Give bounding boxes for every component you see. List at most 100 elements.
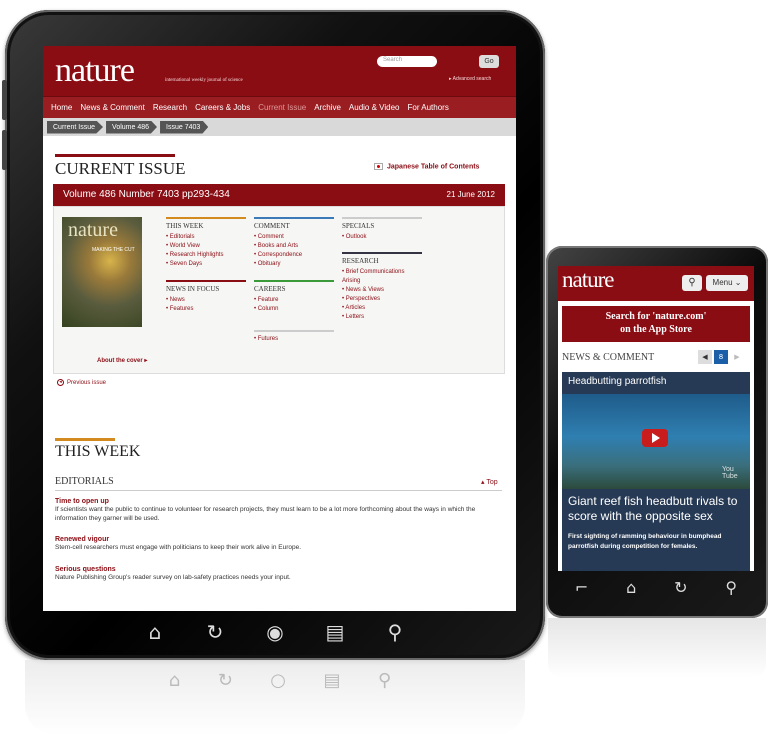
issue-contents: nature MAKING THE CUT About the cover ▸ … [53,206,505,374]
japanese-toc-label: Japanese Table of Contents [387,163,480,171]
video-thumbnail[interactable]: You Tube [562,394,750,489]
video-label: You Tube [722,466,738,480]
nav-careers-jobs[interactable]: Careers & Jobs [195,103,250,112]
nature-logo[interactable]: nature [562,267,614,293]
search-icon[interactable]: ⚲ [377,620,413,644]
previous-issue-label: Previous issue [67,380,107,387]
link-features[interactable]: • Features [166,305,246,314]
top-link[interactable]: ▴ Top [481,478,498,486]
home-icon[interactable]: ⌂ [137,620,173,644]
pager: ◀ 8 ▶ [698,350,746,364]
link-comment[interactable]: • Comment [254,233,334,242]
link-outlook[interactable]: • Outlook [342,233,422,242]
link-seven-days[interactable]: • Seven Days [166,260,246,269]
nav-news-comment[interactable]: News & Comment [80,103,144,112]
circle-button-icon: ○ [270,670,286,691]
pager-current[interactable]: 8 [714,350,728,364]
card-headline[interactable]: Giant reef fish headbutt rivals to score… [568,494,748,524]
news-in-focus-heading: NEWS IN FOCUS [166,280,246,293]
section-title: NEWS & COMMENT [562,352,655,363]
link-perspectives[interactable]: • Perspectives [342,295,422,304]
breadcrumb-current-issue[interactable]: Current Issue [47,120,104,134]
refresh-icon[interactable]: ↻ [674,578,687,597]
this-week-heading: THIS WEEK [166,217,246,230]
news-card[interactable]: Headbutting parrotfish You Tube Giant re… [562,372,750,571]
research-heading: RESEARCH [342,252,422,265]
volume-down-button[interactable] [2,130,7,170]
issue-date: 21 June 2012 [446,190,496,199]
nav-home[interactable]: Home [51,103,72,112]
nav-research[interactable]: Research [153,103,187,112]
column-this-week: THIS WEEK • Editorials • World View • Re… [166,217,246,314]
link-brief-communications[interactable]: • Brief Communications Arising [342,268,422,286]
link-research-highlights[interactable]: • Research Highlights [166,251,246,260]
link-world-view[interactable]: • World View [166,242,246,251]
column-comment: COMMENT • Comment • Books and Arts • Cor… [254,217,334,344]
article-title[interactable]: Serious questions [55,566,502,573]
editorials-title: EDITORIALS [55,476,502,491]
nav-archive[interactable]: Archive [314,103,341,112]
link-news-views[interactable]: • News & Views [342,286,422,295]
list-icon[interactable]: ▤ [317,620,353,644]
article-title[interactable]: Renewed vigour [55,536,502,543]
tablet-screen: nature international weekly journal of s… [43,46,516,611]
article-title[interactable]: Time to open up [55,498,502,505]
main-nav: Home News & Comment Research Careers & J… [43,96,516,118]
link-feature[interactable]: • Feature [254,296,334,305]
nature-logo[interactable]: nature [55,52,135,90]
prev-arrow-icon[interactable]: ◀ [698,350,712,364]
section-rule [55,154,175,157]
breadcrumb-volume[interactable]: Volume 486 [106,120,158,134]
this-week-rule [55,438,115,441]
japanese-toc-link[interactable]: Japanese Table of Contents [374,163,479,170]
link-letters[interactable]: • Letters [342,313,422,322]
home-icon[interactable]: ⌂ [626,578,636,597]
search-icon[interactable]: ⚲ [682,275,702,291]
page-title: CURRENT ISSUE [55,159,186,178]
refresh-icon[interactable]: ↻ [197,620,233,644]
phone-screen: nature ⚲ Menu ⌄ Search for 'nature.com' … [558,266,754,571]
article-summary: If scientists want the public to continu… [55,506,476,522]
next-arrow-icon[interactable]: ▶ [730,350,744,364]
play-icon[interactable] [642,429,668,447]
japan-flag-icon [374,163,383,170]
volume-line: Volume 486 Number 7403 pp293-434 [63,189,230,200]
home-icon: ⌂ [168,670,181,691]
link-articles[interactable]: • Articles [342,304,422,313]
about-cover-link[interactable]: About the cover ▸ [97,357,147,364]
careers-heading: CAREERS [254,280,334,293]
previous-issue-link[interactable]: ◂ Previous issue [57,379,106,386]
menu-button[interactable]: Menu ⌄ [706,275,748,291]
arrow-left-icon: ◂ [57,379,64,386]
nav-audio-video[interactable]: Audio & Video [349,103,400,112]
advanced-search-link[interactable]: ▸ Advanced search [449,76,491,82]
link-books-arts[interactable]: • Books and Arts [254,242,334,251]
comment-heading: COMMENT [254,217,334,230]
volume-bar: Volume 486 Number 7403 pp293-434 21 June… [53,184,505,206]
tagline: international weekly journal of science [165,78,243,83]
nav-for-authors[interactable]: For Authors [407,103,448,112]
this-week-title: THIS WEEK [55,443,141,460]
link-column[interactable]: • Column [254,305,334,314]
card-title: Headbutting parrotfish [568,376,667,387]
app-store-promo[interactable]: Search for 'nature.com' on the App Store [562,306,750,342]
volume-up-button[interactable] [2,80,7,120]
search-icon[interactable]: ⚲ [725,578,737,597]
cover-headline: MAKING THE CUT [92,247,135,253]
breadcrumb-issue[interactable]: Issue 7403 [160,120,209,134]
tablet-device: nature international weekly journal of s… [2,10,545,660]
link-futures[interactable]: • Futures [254,335,334,344]
circle-button-icon[interactable]: ◉ [257,620,293,644]
link-editorials[interactable]: • Editorials [166,233,246,242]
link-news[interactable]: • News [166,296,246,305]
phone-reflection [548,618,766,678]
go-button[interactable]: Go [479,55,499,68]
link-obituary[interactable]: • Obituary [254,260,334,269]
search-input[interactable]: Search [377,56,437,67]
nav-current-issue[interactable]: Current Issue [258,103,306,112]
back-icon[interactable]: ⌐ [575,578,588,597]
specials-heading: SPECIALS [342,217,422,230]
cover-image[interactable]: nature MAKING THE CUT [62,217,142,327]
article-item: Renewed vigour Stem-cell researchers mus… [55,536,502,552]
link-correspondence[interactable]: • Correspondence [254,251,334,260]
